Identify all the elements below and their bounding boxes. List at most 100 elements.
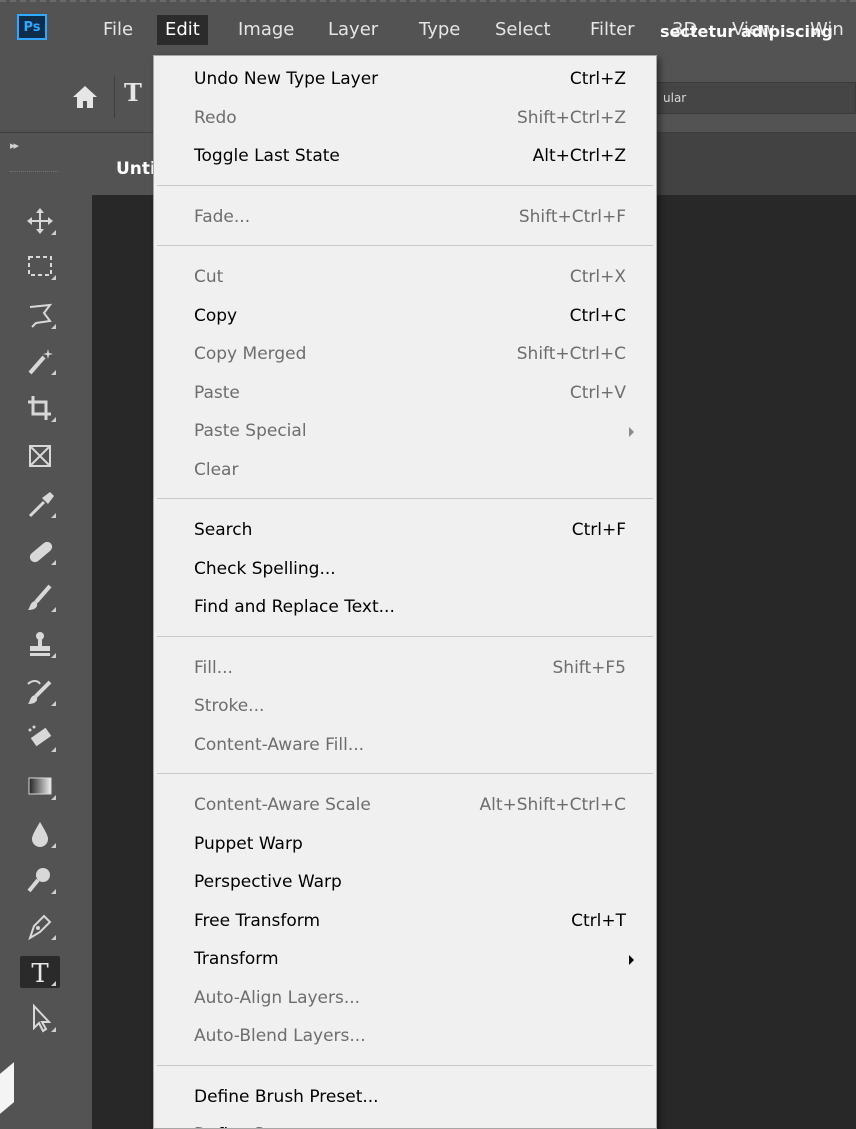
menu-item-shortcut: Shift+F5 (552, 657, 626, 678)
menu-item-label: Cut (194, 267, 224, 287)
edit-menu-dropdown: Undo New Type Layer Ctrl+Z Redo Shift+Ctrl+… (153, 55, 657, 1129)
tool-preset-icon[interactable]: T (124, 78, 142, 107)
menu-separator (157, 635, 653, 637)
clone-stamp-tool-icon[interactable] (20, 628, 60, 660)
menu-item-toggle-last-state[interactable]: Toggle Last State Alt+Ctrl+Z (154, 137, 656, 175)
menu-item-fade[interactable]: Fade... Shift+Ctrl+F (154, 198, 656, 236)
menu-item-shortcut: Shift+Ctrl+C (516, 344, 626, 364)
font-style-select[interactable]: ular (652, 82, 856, 114)
menu-item-cut[interactable]: Cut Ctrl+X (154, 258, 656, 296)
menu-select[interactable]: Select (495, 15, 551, 45)
home-icon[interactable] (70, 82, 100, 112)
history-brush-tool-icon[interactable] (20, 676, 60, 708)
menu-item-label: Fill... (194, 657, 233, 678)
menu-item-label: Puppet Warp (194, 833, 303, 854)
menu-separator (157, 1064, 653, 1066)
menu-item-free-transform[interactable]: Free Transform Ctrl+T (154, 902, 656, 940)
pen-tool-icon[interactable] (20, 910, 60, 942)
menu-item-undo-new-type-layer[interactable]: Undo New Type Layer Ctrl+Z (154, 60, 656, 98)
photoshop-window: Ps File Edit Image Layer Type Select Fil… (0, 0, 856, 1129)
magic-wand-tool-icon[interactable] (20, 345, 60, 377)
blur-tool-icon[interactable] (20, 818, 60, 850)
document-text-preview: sectetur adipiscing (660, 22, 833, 41)
menu-item-label: Auto-Align Layers... (194, 987, 361, 1008)
menu-item-define-pattern[interactable]: Define Pattern... (154, 1116, 656, 1128)
menu-separator (157, 184, 653, 186)
menu-item-perspective-warp[interactable]: Perspective Warp (154, 863, 656, 901)
collapse-panel-icon[interactable]: ▸▸ (10, 139, 19, 152)
menu-item-transform[interactable]: Transform (154, 940, 656, 978)
menu-item-copy-merged[interactable]: Copy Merged Shift+Ctrl+C (154, 335, 656, 373)
menu-item-fill[interactable]: Fill... Shift+F5 (154, 649, 656, 687)
menu-layer[interactable]: Layer (328, 15, 378, 45)
ps-logo-icon[interactable]: Ps (17, 14, 47, 40)
menu-item-auto-blend-layers[interactable]: Auto-Blend Layers... (154, 1017, 656, 1055)
menu-type[interactable]: Type (419, 15, 460, 45)
path-selection-tool-icon[interactable] (20, 1002, 60, 1034)
menu-item-content-aware-scale[interactable]: Content-Aware Scale Alt+Shift+Ctrl+C (154, 786, 656, 824)
submenu-arrow-icon (629, 955, 634, 965)
menu-item-label: Perspective Warp (194, 872, 342, 892)
menu-item-shortcut: Ctrl+T (571, 910, 626, 931)
menu-item-label: Free Transform (194, 910, 321, 931)
type-tool-icon[interactable]: T (20, 956, 60, 988)
menu-item-search[interactable]: Search Ctrl+F (154, 511, 656, 549)
menu-item-find-and-replace-text[interactable]: Find and Replace Text... (154, 588, 656, 626)
frame-tool-icon[interactable] (20, 440, 60, 472)
brush-tool-icon[interactable] (20, 582, 60, 614)
menu-item-label: Search (194, 520, 253, 540)
menu-item-redo[interactable]: Redo Shift+Ctrl+Z (154, 99, 656, 137)
menu-item-copy[interactable]: Copy Ctrl+C (154, 297, 656, 335)
healing-brush-tool-icon[interactable] (20, 535, 60, 567)
menu-item-label: Define Pattern... (194, 1125, 332, 1128)
menu-item-label: Paste (194, 382, 240, 403)
menu-separator (157, 245, 653, 246)
marquee-tool-icon[interactable] (20, 250, 60, 282)
menu-item-shortcut: Shift+Ctrl+F (518, 206, 626, 227)
menu-item-shortcut: Shift+Ctrl+Z (516, 107, 626, 128)
eyedropper-tool-icon[interactable] (20, 488, 60, 520)
menu-item-label: Stroke... (194, 696, 265, 716)
menu-separator (157, 773, 653, 774)
menu-item-paste-special[interactable]: Paste Special (154, 412, 656, 450)
menu-file[interactable]: File (103, 15, 133, 45)
menu-item-label: Check Spelling... (194, 558, 336, 579)
menu-item-content-aware-fill[interactable]: Content-Aware Fill... (154, 726, 656, 764)
menu-item-puppet-warp[interactable]: Puppet Warp (154, 825, 656, 863)
menu-item-label: Toggle Last State (194, 146, 340, 166)
menu-item-shortcut: Ctrl+C (569, 305, 626, 326)
menu-item-label: Copy (194, 305, 238, 326)
panel-grip[interactable] (10, 171, 58, 174)
dodge-tool-icon[interactable] (20, 864, 60, 896)
gradient-tool-icon[interactable] (20, 770, 60, 802)
menu-item-label: Content-Aware Fill... (194, 734, 365, 755)
menu-item-define-brush-preset[interactable]: Define Brush Preset... (154, 1078, 656, 1116)
options-divider (114, 76, 115, 118)
menu-item-clear[interactable]: Clear (154, 451, 656, 489)
menu-filter[interactable]: Filter (590, 15, 635, 45)
menu-item-label: Redo (194, 107, 237, 128)
menu-item-shortcut: Ctrl+F (571, 520, 626, 540)
menu-image[interactable]: Image (238, 15, 294, 45)
eraser-tool-icon[interactable] (20, 722, 60, 754)
menu-separator (157, 498, 653, 499)
menu-item-shortcut: Alt+Shift+Ctrl+C (479, 795, 626, 815)
menu-item-label: Paste Special (194, 421, 307, 441)
document-tab[interactable]: Unti (92, 133, 155, 195)
menu-item-paste[interactable]: Paste Ctrl+V (154, 374, 656, 412)
menu-item-check-spelling[interactable]: Check Spelling... (154, 550, 656, 588)
menu-item-auto-align-layers[interactable]: Auto-Align Layers... (154, 979, 656, 1017)
menu-edit[interactable]: Edit (157, 15, 208, 45)
svg-text:T: T (31, 959, 49, 988)
menu-item-stroke[interactable]: Stroke... (154, 687, 656, 725)
move-tool-icon[interactable] (20, 205, 60, 237)
menu-item-label: Clear (194, 459, 239, 480)
crop-tool-icon[interactable] (20, 392, 60, 424)
menu-item-shortcut: Ctrl+V (569, 382, 626, 403)
lasso-tool-icon[interactable] (20, 299, 60, 331)
menu-item-label: Content-Aware Scale (194, 795, 371, 815)
menu-item-label: Define Brush Preset... (194, 1086, 379, 1107)
submenu-arrow-icon (629, 427, 634, 437)
menu-item-shortcut: Alt+Ctrl+Z (532, 146, 626, 166)
menu-item-label: Fade... (194, 206, 251, 227)
